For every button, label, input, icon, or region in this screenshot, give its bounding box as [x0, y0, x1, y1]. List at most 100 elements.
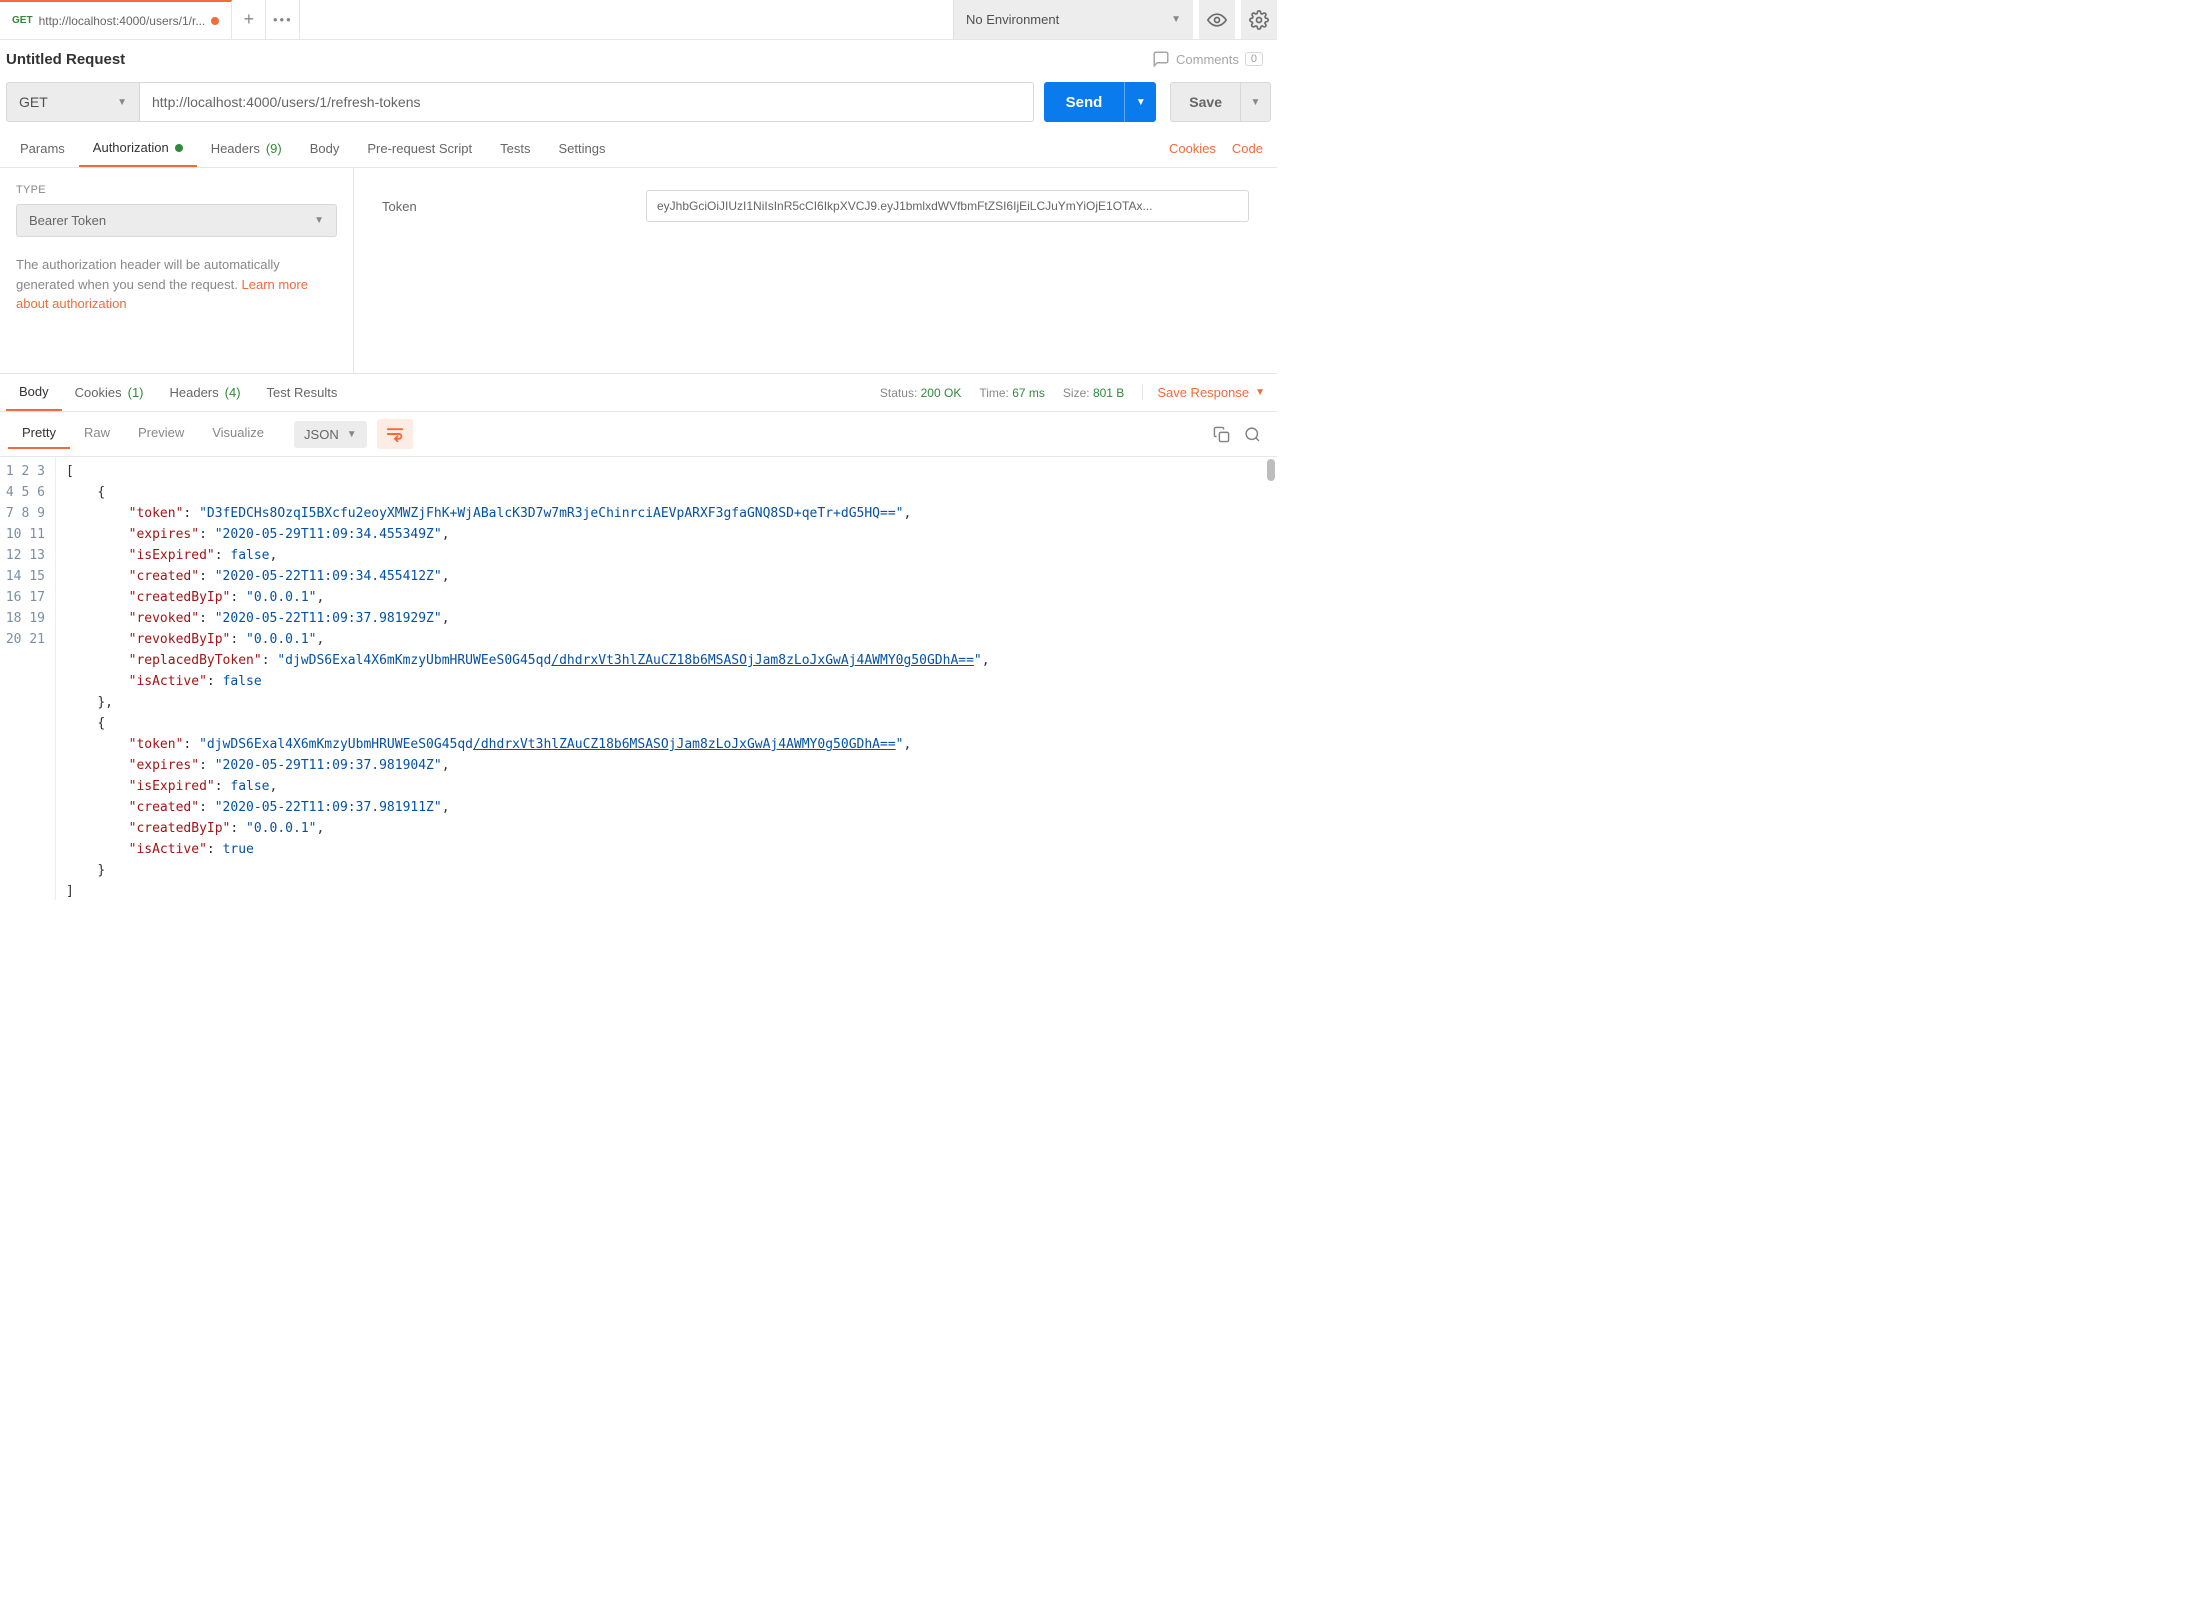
save-response-button[interactable]: Save Response ▼: [1142, 385, 1265, 400]
comments-label: Comments: [1176, 52, 1239, 67]
resp-tab-headers[interactable]: Headers (4): [157, 374, 254, 411]
tab-overflow-button[interactable]: •••: [266, 0, 300, 39]
auth-type-label: TYPE: [16, 184, 337, 196]
view-pretty[interactable]: Pretty: [8, 418, 70, 449]
save-button-group: Save ▼: [1170, 82, 1271, 122]
copy-icon: [1213, 426, 1230, 443]
active-dot-icon: [175, 144, 183, 152]
ellipsis-icon: •••: [273, 12, 293, 27]
comment-icon: [1152, 50, 1170, 68]
code-lines[interactable]: [ { "token": "D3fEDCHs8OzqI5BXcfu2eoyXMW…: [56, 457, 1277, 900]
method-select[interactable]: GET ▼: [6, 82, 140, 122]
size-meta: Size: 801 B: [1063, 386, 1124, 400]
tab-label: Headers: [170, 385, 219, 400]
wrap-lines-button[interactable]: [377, 419, 413, 449]
chevron-down-icon: ▼: [1251, 97, 1261, 108]
format-select[interactable]: JSON ▼: [294, 421, 367, 448]
save-button[interactable]: Save: [1170, 82, 1241, 122]
environment-quicklook-button[interactable]: [1199, 0, 1235, 39]
environment-selected: No Environment: [966, 12, 1059, 27]
unsaved-dot-icon: [211, 17, 219, 25]
tab-label: Body: [310, 141, 340, 156]
tab-label: Headers: [211, 141, 260, 156]
environment-select[interactable]: No Environment ▼: [953, 0, 1193, 39]
resp-tab-body[interactable]: Body: [6, 374, 62, 411]
gear-icon: [1249, 10, 1269, 30]
tab-method: GET: [12, 15, 33, 26]
tab-label: Pre-request Script: [367, 141, 472, 156]
send-button-group: Send ▼: [1044, 82, 1157, 122]
tab-label: Params: [20, 141, 65, 156]
tab-label: Cookies: [75, 385, 122, 400]
tab-label: Settings: [558, 141, 605, 156]
token-label: Token: [382, 199, 622, 214]
auth-help-static: The authorization header will be automat…: [16, 257, 280, 292]
view-preview[interactable]: Preview: [124, 418, 198, 449]
auth-type-select[interactable]: Bearer Token ▼: [16, 204, 337, 237]
tab-prerequest[interactable]: Pre-request Script: [353, 130, 486, 167]
tab-headers[interactable]: Headers (9): [197, 130, 296, 167]
request-tab[interactable]: GET http://localhost:4000/users/1/r...: [0, 0, 232, 39]
tab-authorization[interactable]: Authorization: [79, 130, 197, 167]
plus-icon: +: [244, 9, 255, 30]
count-badge: (1): [128, 385, 144, 400]
tab-label: Test Results: [267, 385, 338, 400]
resp-tab-testresults[interactable]: Test Results: [254, 374, 351, 411]
cookies-link[interactable]: Cookies: [1169, 141, 1216, 156]
add-tab-button[interactable]: +: [232, 0, 266, 39]
authorization-right: Token: [354, 168, 1277, 373]
format-selected: JSON: [304, 427, 339, 442]
code-link[interactable]: Code: [1232, 141, 1263, 156]
request-tabs: Params Authorization Headers (9) Body Pr…: [0, 130, 1277, 168]
count-badge: (9): [266, 141, 282, 156]
tab-label: Authorization: [93, 140, 169, 155]
token-input[interactable]: [646, 190, 1249, 222]
tab-settings[interactable]: Settings: [544, 130, 619, 167]
status-meta: Status: 200 OK: [880, 386, 961, 400]
view-mode-group: Pretty Raw Preview Visualize: [8, 418, 278, 450]
authorization-panel: TYPE Bearer Token ▼ The authorization he…: [0, 168, 1277, 374]
copy-button[interactable]: [1213, 426, 1230, 443]
auth-type-selected: Bearer Token: [29, 213, 106, 228]
scrollbar-thumb[interactable]: [1267, 459, 1275, 481]
tab-tests[interactable]: Tests: [486, 130, 544, 167]
line-gutter: 1 2 3 4 5 6 7 8 9 10 11 12 13 14 15 16 1…: [0, 457, 56, 900]
eye-icon: [1207, 10, 1227, 30]
view-visualize[interactable]: Visualize: [198, 418, 278, 449]
url-input[interactable]: [140, 82, 1034, 122]
send-button[interactable]: Send: [1044, 82, 1125, 122]
comments-button[interactable]: Comments 0: [1152, 50, 1263, 68]
method-selected: GET: [19, 94, 48, 110]
save-dropdown[interactable]: ▼: [1241, 82, 1271, 122]
tab-label: Body: [19, 384, 49, 399]
tab-label: Tests: [500, 141, 530, 156]
chevron-down-icon: ▼: [1255, 387, 1265, 398]
tab-body[interactable]: Body: [296, 130, 354, 167]
search-button[interactable]: [1244, 426, 1261, 443]
response-tabs: Body Cookies (1) Headers (4) Test Result…: [0, 374, 1277, 412]
send-dropdown[interactable]: ▼: [1124, 82, 1156, 122]
authorization-left: TYPE Bearer Token ▼ The authorization he…: [0, 168, 354, 373]
request-title[interactable]: Untitled Request: [6, 51, 125, 68]
settings-button[interactable]: [1241, 0, 1277, 39]
send-label: Send: [1066, 94, 1103, 111]
request-line: GET ▼ Send ▼ Save ▼: [0, 76, 1277, 130]
request-title-row: Untitled Request Comments 0: [0, 40, 1277, 76]
chevron-down-icon: ▼: [1136, 97, 1146, 108]
chevron-down-icon: ▼: [117, 97, 127, 108]
wrap-icon: [385, 426, 405, 442]
count-badge: (4): [225, 385, 241, 400]
comments-count: 0: [1245, 52, 1263, 66]
view-raw[interactable]: Raw: [70, 418, 124, 449]
time-meta: Time: 67 ms: [979, 386, 1045, 400]
save-response-label: Save Response: [1157, 385, 1249, 400]
tab-title: http://localhost:4000/users/1/r...: [39, 14, 206, 28]
tab-params[interactable]: Params: [6, 130, 79, 167]
chevron-down-icon: ▼: [1171, 14, 1181, 25]
response-viewer-toolbar: Pretty Raw Preview Visualize JSON ▼: [0, 412, 1277, 456]
response-body-viewer[interactable]: 1 2 3 4 5 6 7 8 9 10 11 12 13 14 15 16 1…: [0, 456, 1277, 900]
auth-help-text: The authorization header will be automat…: [16, 255, 337, 314]
save-label: Save: [1189, 94, 1222, 110]
resp-tab-cookies[interactable]: Cookies (1): [62, 374, 157, 411]
chevron-down-icon: ▼: [314, 215, 324, 226]
